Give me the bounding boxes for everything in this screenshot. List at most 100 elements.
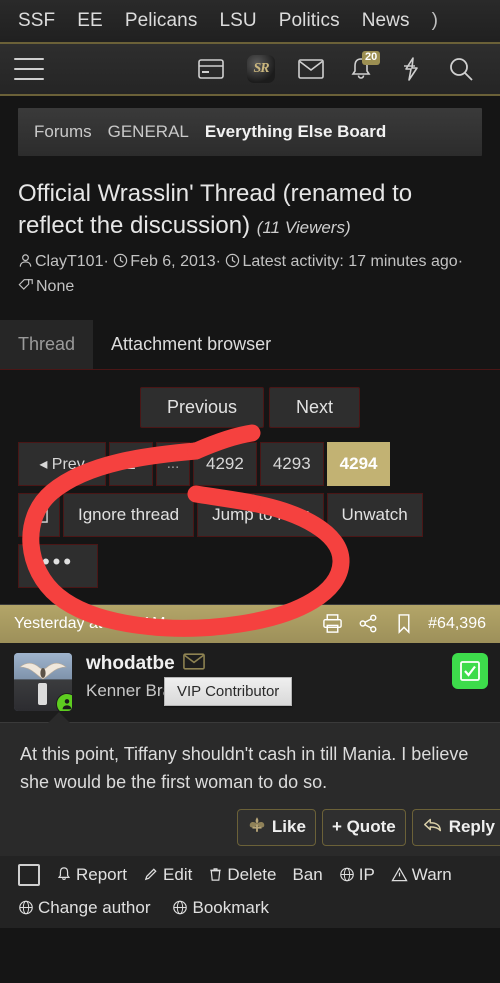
nav-item-ee[interactable]: EE: [77, 10, 125, 32]
tab-thread[interactable]: Thread: [0, 319, 94, 369]
meta-sep-3: ·: [457, 253, 464, 271]
tab-attachment-browser[interactable]: Attachment browser: [93, 320, 289, 369]
nav-item-lsu[interactable]: LSU: [219, 10, 278, 32]
more-options-button[interactable]: •••: [18, 543, 98, 588]
globe-icon-bookmark: [173, 900, 188, 915]
previous-button[interactable]: Previous: [139, 386, 264, 428]
breadcrumb-forums[interactable]: Forums: [34, 122, 92, 142]
site-logo-text: SR: [247, 55, 275, 83]
pagination: ◂ Prev 1 ... 4292 4293 4294: [0, 441, 500, 486]
delete-label: Delete: [227, 864, 277, 884]
thread-header: Official Wrasslin' Thread (renamed to re…: [0, 156, 500, 312]
reply-arrow-icon: [422, 816, 444, 839]
post-action-buttons: Like + Quote Reply: [0, 800, 500, 856]
nav-item-pelicans[interactable]: Pelicans: [125, 10, 220, 32]
thread-meta: ClayT101· Feb 6, 2013· Latest activity: …: [18, 250, 482, 300]
warn-action[interactable]: Warn: [391, 865, 452, 885]
nav-item-overflow[interactable]: ): [432, 10, 438, 32]
fleur-de-lis-icon: [247, 816, 267, 838]
search-icon[interactable]: [436, 49, 486, 89]
jump-to-new-button[interactable]: Jump to new: [197, 492, 324, 537]
warn-label: Warn: [411, 864, 452, 884]
thread-action-row: Ignore thread Jump to new Unwatch: [0, 486, 500, 537]
ban-action[interactable]: Ban: [292, 865, 322, 885]
breadcrumb: Forums GENERAL Everything Else Board: [18, 108, 482, 156]
post-username[interactable]: whodatbe: [86, 653, 175, 675]
credit-card-icon[interactable]: [186, 49, 236, 89]
change-author-label: Change author: [38, 897, 151, 917]
meta-sep-1: ·: [103, 253, 109, 271]
thread-viewers: (11 Viewers): [256, 217, 351, 237]
thread-action-row-2: •••: [0, 537, 500, 588]
page-prev-button[interactable]: ◂ Prev: [18, 441, 106, 486]
nav-item-news[interactable]: News: [362, 10, 432, 32]
report-action[interactable]: Report: [56, 865, 127, 885]
online-status-icon: [56, 692, 72, 711]
alerts-bell-icon[interactable]: 20: [336, 49, 386, 89]
thread-author-wrap[interactable]: ClayT101: [18, 253, 103, 270]
thread-date: Feb 6, 2013: [130, 253, 216, 271]
ip-action[interactable]: IP: [339, 865, 375, 885]
page-4294-current[interactable]: 4294: [326, 441, 391, 486]
user-icon: [19, 254, 32, 267]
breadcrumb-current[interactable]: Everything Else Board: [205, 122, 386, 142]
thread-tabs: Thread Attachment browser: [0, 319, 500, 370]
quote-button[interactable]: + Quote: [321, 808, 406, 846]
avatar[interactable]: [14, 652, 72, 711]
like-button[interactable]: Like: [236, 808, 316, 846]
page-1-button[interactable]: 1: [109, 441, 153, 486]
lightning-bolt-icon[interactable]: [386, 49, 436, 89]
bell-icon-report: [57, 867, 71, 881]
tag-icon: [18, 279, 33, 291]
reply-button[interactable]: Reply: [411, 808, 500, 846]
breadcrumb-category[interactable]: GENERAL: [108, 122, 189, 142]
moderation-row-1: Report Edit Delete Ban IP Warn: [18, 863, 482, 886]
delete-action[interactable]: Delete: [208, 865, 276, 885]
post-timestamp[interactable]: Yesterday at 9:15 AM: [14, 615, 314, 633]
hamburger-menu-icon[interactable]: [14, 58, 44, 80]
moderation-bar: Report Edit Delete Ban IP Warn Change au…: [0, 855, 500, 928]
icon-toolbar: SR 20: [0, 44, 500, 96]
unwatch-button[interactable]: Unwatch: [326, 492, 423, 537]
bookmark-icon[interactable]: [386, 613, 422, 635]
globe-icon-ip: [339, 867, 354, 882]
thread-title-text: Official Wrasslin' Thread (renamed to re…: [18, 180, 413, 239]
avatar-person: [38, 682, 47, 705]
post-number[interactable]: #64,396: [428, 615, 486, 633]
post-bubble-arrow: [0, 710, 500, 723]
thread-author[interactable]: ClayT101: [35, 253, 103, 270]
nav-item-ssf[interactable]: SSF: [14, 10, 77, 32]
page-4292-button[interactable]: 4292: [193, 441, 257, 486]
nav-item-politics[interactable]: Politics: [279, 10, 362, 32]
site-logo-icon[interactable]: SR: [236, 49, 286, 89]
ignore-thread-button[interactable]: Ignore thread: [63, 492, 195, 537]
post-user-info: whodatbe Kenner Brah! VIP Contributor: [86, 653, 486, 711]
trash-icon: [210, 868, 222, 881]
reply-label: Reply: [448, 817, 495, 837]
edit-action[interactable]: Edit: [143, 865, 192, 885]
user-message-icon[interactable]: [182, 653, 205, 676]
clock-icon-activity: [226, 254, 240, 268]
thread-tags: None: [36, 278, 75, 296]
printer-icon[interactable]: [314, 613, 350, 634]
inbox-envelope-icon[interactable]: [286, 49, 336, 89]
warning-icon: [391, 867, 408, 882]
share-icon[interactable]: [350, 613, 386, 634]
page-4293-button[interactable]: 4293: [259, 441, 324, 486]
post-status-check-icon[interactable]: [452, 652, 488, 689]
app-screen: SSF EE Pelicans LSU Politics News ) SR 2…: [0, 0, 500, 983]
next-button[interactable]: Next: [269, 386, 361, 428]
pencil-icon: [144, 868, 157, 881]
thread-select-checkbox[interactable]: [18, 492, 60, 537]
alerts-count-badge: 20: [362, 51, 381, 65]
like-label: Like: [271, 817, 306, 837]
thread-activity: Latest activity: 17 minutes ago: [242, 253, 458, 271]
post-message: At this point, Tiffany shouldn't cash in…: [0, 722, 500, 801]
checkbox-icon: [30, 506, 48, 524]
post-select-checkbox[interactable]: [18, 863, 40, 886]
thread-tags-wrap: None: [18, 278, 74, 295]
bookmark-action[interactable]: Bookmark: [172, 898, 269, 918]
post-body: whodatbe Kenner Brah! VIP Contributor At…: [0, 642, 500, 856]
change-author-action[interactable]: Change author: [18, 898, 150, 918]
page-title: Official Wrasslin' Thread (renamed to re…: [18, 178, 482, 241]
